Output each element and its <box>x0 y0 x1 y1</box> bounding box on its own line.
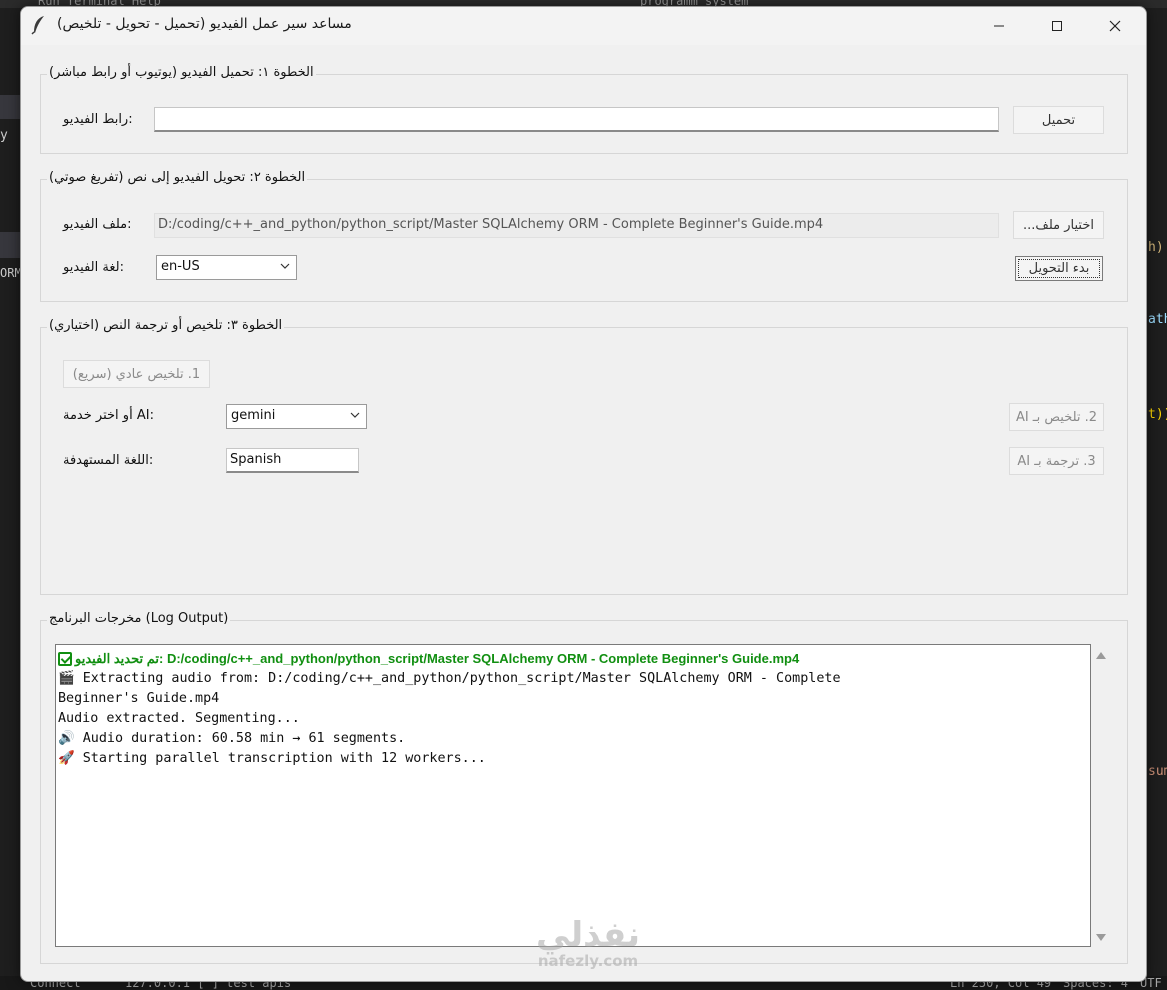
video-language-select[interactable]: en-US <box>156 255 297 280</box>
editor-text-fragment: ORM <box>0 266 22 280</box>
video-url-input[interactable] <box>154 107 999 132</box>
maximize-icon <box>1052 21 1062 31</box>
log-scrollbar[interactable] <box>1091 644 1113 947</box>
editor-code-fragment: ath <box>1148 312 1167 327</box>
ai-service-label: :AI أو اختر خدمة <box>63 408 154 423</box>
editor-side-highlight-2 <box>0 232 20 258</box>
normal-summary-button[interactable]: 1. تلخيص عادي (سريع) <box>63 360 210 388</box>
chevron-down-icon <box>350 412 360 418</box>
minimize-icon <box>994 25 1004 27</box>
editor-code-fragment: t)) <box>1148 407 1167 422</box>
title-bar[interactable]: مساعد سير عمل الفيديو (تحميل - تحويل - ت… <box>21 7 1146 45</box>
target-language-input[interactable]: Spanish <box>226 448 359 473</box>
close-button[interactable] <box>1086 7 1144 45</box>
step2-group <box>40 179 1128 302</box>
editor-side-highlight <box>0 95 20 119</box>
step1-title: الخطوة ١: تحميل الفيديو (يوتيوب أو رابط … <box>47 65 316 80</box>
ai-service-value: gemini <box>231 408 276 423</box>
target-language-label: :اللغة المستهدفة <box>63 453 154 468</box>
chevron-down-icon <box>280 263 290 269</box>
ai-translate-button[interactable]: 3. ترجمة بـ AI <box>1009 447 1104 475</box>
scroll-up-icon[interactable] <box>1096 652 1106 659</box>
log-line-text: تم تحديد الفيديو: D:/coding/c++_and_pyth… <box>75 651 800 666</box>
video-language-value: en-US <box>161 259 200 274</box>
editor-code-fragment: h) <box>1148 240 1164 255</box>
step3-title: الخطوة ٣: تلخيص أو ترجمة النص (اختياري) <box>47 318 285 333</box>
ai-service-select[interactable]: gemini <box>226 404 367 429</box>
editor-code-fragment: sum <box>1148 764 1167 779</box>
maximize-button[interactable] <box>1028 7 1086 45</box>
scroll-down-icon[interactable] <box>1096 934 1106 941</box>
choose-file-button[interactable]: ...اختيار ملف <box>1013 211 1104 239</box>
log-line: Audio extracted. Segmenting... <box>58 711 300 726</box>
download-button[interactable]: تحميل <box>1013 106 1104 134</box>
close-icon <box>1109 20 1121 32</box>
log-line: Beginner's Guide.mp4 <box>58 691 220 706</box>
watermark-latin: nafezly.com <box>537 952 639 970</box>
url-label: :رابط الفيديو <box>63 112 133 127</box>
check-icon <box>58 652 72 666</box>
log-line: 🎬 Extracting audio from: D:/coding/c++_a… <box>58 671 841 686</box>
log-line: 🚀 Starting parallel transcription with 1… <box>58 751 486 766</box>
editor-text-fragment: y <box>0 128 8 143</box>
feather-icon <box>31 16 44 35</box>
ai-summary-button[interactable]: 2. تلخيص بـ AI <box>1009 403 1104 431</box>
log-line: 🔊 Audio duration: 60.58 min → 61 segment… <box>58 731 406 746</box>
window-title: مساعد سير عمل الفيديو (تحميل - تحويل - ت… <box>57 16 352 32</box>
minimize-button[interactable] <box>970 7 1028 45</box>
video-file-label: :ملف الفيديو <box>63 217 132 232</box>
watermark-arabic: نفذلي <box>535 915 641 955</box>
start-transcription-button[interactable]: بدء التحويل <box>1015 256 1103 281</box>
watermark-logo: نفذلي nafezly.com <box>513 917 663 969</box>
step2-title: الخطوة ٢: تحويل الفيديو إلى نص (تفريغ صو… <box>47 170 308 185</box>
video-language-label: :لغة الفيديو <box>63 260 124 275</box>
log-title: مخرجات البرنامج (Log Output) <box>47 611 231 626</box>
log-line: تم تحديد الفيديو: D:/coding/c++_and_pyth… <box>58 649 1088 669</box>
app-window: مساعد سير عمل الفيديو (تحميل - تحويل - ت… <box>20 6 1147 982</box>
video-file-input[interactable]: D:/coding/c++_and_python/python_script/M… <box>154 213 999 238</box>
log-output[interactable]: تم تحديد الفيديو: D:/coding/c++_and_pyth… <box>55 644 1091 947</box>
